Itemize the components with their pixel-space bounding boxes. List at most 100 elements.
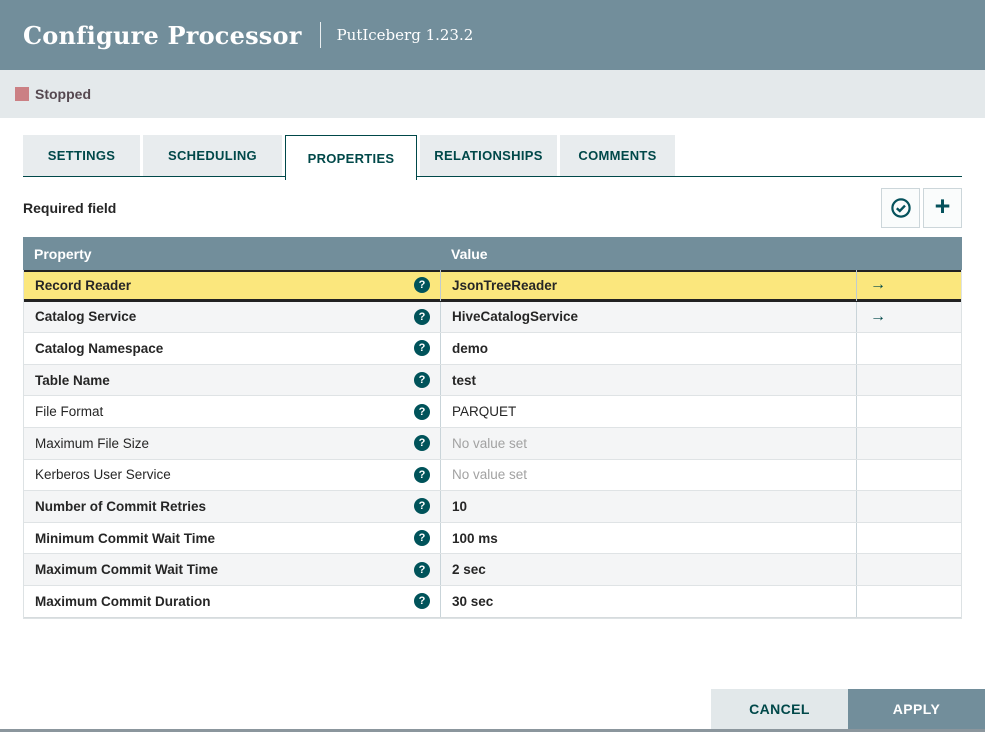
property-name: Table Name (35, 372, 110, 388)
goto-service-cell (856, 333, 961, 364)
property-value: 2 sec (452, 562, 486, 578)
table-body: Record Reader ? JsonTreeReader → Catalog… (24, 270, 961, 618)
tab-settings[interactable]: SETTINGS (23, 135, 140, 176)
property-row[interactable]: Catalog Namespace ? demo (24, 333, 961, 365)
property-row[interactable]: Catalog Service ? HiveCatalogService → (24, 301, 961, 334)
check-circle-icon (890, 198, 911, 218)
property-row[interactable]: Minimum Commit Wait Time ? 100 ms (24, 522, 961, 555)
column-header-value: Value (451, 245, 488, 262)
properties-toolbar: Required field + (23, 188, 962, 228)
property-name-cell: Kerberos User Service ? (24, 460, 440, 491)
dialog-bottom-edge (0, 728, 985, 732)
help-icon[interactable]: ? (414, 498, 430, 515)
property-value-cell[interactable]: JsonTreeReader (440, 270, 856, 301)
processor-type-version: PutIceberg 1.23.2 (336, 26, 474, 44)
property-name: Maximum Commit Wait Time (35, 562, 219, 578)
plus-icon: + (934, 191, 951, 221)
properties-table: Property Value Record Reader ? JsonTreeR… (23, 237, 962, 619)
help-icon[interactable]: ? (414, 530, 430, 547)
property-name-cell: Record Reader ? (24, 270, 440, 301)
help-icon[interactable]: ? (414, 277, 430, 294)
help-icon[interactable]: ? (414, 561, 430, 578)
tab-label: PROPERTIES (307, 150, 395, 166)
property-value-cell[interactable]: No value set (440, 459, 856, 491)
tab-label: SCHEDULING (168, 148, 257, 163)
goto-service-cell (856, 427, 961, 459)
property-name-cell: Maximum Commit Duration ? (24, 586, 440, 617)
property-row[interactable]: File Format ? PARQUET (24, 396, 961, 428)
property-name-cell: Catalog Namespace ? (24, 333, 440, 364)
add-property-button[interactable]: + (923, 188, 962, 228)
property-value: 100 ms (452, 530, 498, 546)
help-icon[interactable]: ? (414, 340, 430, 357)
property-row[interactable]: Table Name ? test (24, 364, 961, 397)
stop-square-icon (15, 87, 29, 101)
property-value: No value set (452, 435, 528, 451)
property-name: Minimum Commit Wait Time (35, 530, 216, 546)
property-name-cell: Catalog Service ? (24, 302, 440, 333)
property-row[interactable]: Maximum Commit Duration ? 30 sec (24, 585, 961, 618)
cancel-button[interactable]: CANCEL (711, 688, 848, 729)
property-value: 10 (452, 498, 468, 514)
property-row[interactable]: Maximum File Size ? No value set (24, 427, 961, 460)
property-value-cell[interactable]: HiveCatalogService (440, 301, 856, 333)
goto-service-cell: → (856, 270, 961, 301)
property-name: Kerberos User Service (35, 467, 171, 483)
help-icon[interactable]: ? (414, 435, 430, 452)
property-name: Catalog Service (35, 309, 137, 325)
property-row[interactable]: Kerberos User Service ? No value set (24, 459, 961, 492)
dialog-title: Configure Processor (23, 20, 302, 50)
help-icon[interactable]: ? (414, 466, 430, 483)
column-header-property: Property (34, 245, 92, 262)
goto-service-cell (856, 459, 961, 491)
property-row[interactable]: Maximum Commit Wait Time ? 2 sec (24, 554, 961, 586)
property-row[interactable]: Number of Commit Retries ? 10 (24, 491, 961, 523)
tab-bar: SETTINGS SCHEDULING PROPERTIES RELATIONSHIP… (23, 135, 962, 180)
property-name: Number of Commit Retries (35, 498, 207, 514)
verify-properties-button[interactable] (881, 188, 920, 228)
property-value-cell[interactable]: 30 sec (440, 585, 856, 617)
goto-service-cell (856, 396, 961, 427)
property-value: JsonTreeReader (452, 277, 558, 293)
tab-label: RELATIONSHIPS (434, 148, 543, 163)
toolbar-buttons: + (881, 188, 962, 228)
property-value-cell[interactable]: No value set (440, 427, 856, 459)
help-icon[interactable]: ? (414, 372, 430, 389)
goto-service-arrow-icon[interactable]: → (870, 277, 886, 293)
property-value-cell[interactable]: 10 (440, 491, 856, 522)
property-name: Catalog Namespace (35, 340, 164, 356)
status-label: Stopped (35, 86, 91, 102)
property-value-cell[interactable]: 100 ms (440, 522, 856, 554)
property-value: HiveCatalogService (452, 309, 579, 325)
property-value-cell[interactable]: test (440, 364, 856, 396)
help-icon[interactable]: ? (414, 403, 430, 420)
goto-service-arrow-icon[interactable]: → (870, 308, 886, 325)
tab-properties[interactable]: PROPERTIES (285, 135, 417, 180)
tab-relationships[interactable]: RELATIONSHIPS (420, 135, 557, 176)
goto-service-cell (856, 522, 961, 554)
property-value: test (452, 372, 477, 388)
table-header: Property Value (23, 237, 962, 270)
goto-service-cell (856, 364, 961, 396)
property-row[interactable]: Record Reader ? JsonTreeReader → (24, 270, 961, 302)
dialog-footer: CANCEL APPLY (0, 688, 985, 729)
property-value: PARQUET (452, 404, 517, 420)
property-name-cell: Maximum File Size ? (24, 428, 440, 459)
tab-comments[interactable]: COMMENTS (560, 135, 675, 176)
property-value-cell[interactable]: demo (440, 333, 856, 364)
title-divider (319, 22, 321, 48)
goto-service-cell (856, 491, 961, 522)
help-icon[interactable]: ? (414, 308, 430, 325)
property-value: No value set (452, 467, 528, 483)
property-value: demo (452, 340, 489, 356)
property-value-cell[interactable]: PARQUET (440, 396, 856, 427)
apply-button[interactable]: APPLY (848, 688, 985, 729)
help-icon[interactable]: ? (414, 593, 430, 610)
property-name-cell: Maximum Commit Wait Time ? (24, 554, 440, 585)
property-value-cell[interactable]: 2 sec (440, 554, 856, 585)
goto-service-cell (856, 554, 961, 585)
required-field-label: Required field (23, 200, 117, 216)
tab-scheduling[interactable]: SCHEDULING (143, 135, 282, 176)
goto-service-cell (856, 585, 961, 617)
dialog-header: Configure Processor PutIceberg 1.23.2 (0, 0, 985, 70)
